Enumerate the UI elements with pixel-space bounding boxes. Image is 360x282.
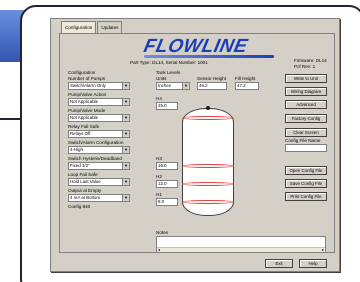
switch-hysteresis-select[interactable]: Fixed 1/2" ▼ xyxy=(68,162,130,170)
part-type-text: Part Type: DL14, Serial Number: 1001 xyxy=(130,60,208,65)
chevron-down-icon: ▼ xyxy=(122,115,129,121)
config-file-name-input[interactable] xyxy=(285,144,327,152)
h2-input[interactable]: 12.0 xyxy=(156,180,178,188)
save-config-file-button[interactable]: Save Config File xyxy=(285,179,327,188)
chevron-down-icon: ▼ xyxy=(122,83,129,89)
chevron-down-icon: ▼ xyxy=(122,131,129,137)
notes-label: Notes xyxy=(156,230,169,235)
configuration-panel: FLOWLINE Part Type: DL14, Serial Number:… xyxy=(59,33,335,253)
firmware-text: Firmware: DL14 xyxy=(294,58,327,63)
print-config-file-button[interactable]: Print Config File xyxy=(285,192,327,201)
wiring-diagram-button[interactable]: Wiring Diagram xyxy=(285,87,327,96)
sensor-icon xyxy=(206,106,210,110)
help-button[interactable]: Help xyxy=(299,259,327,268)
switch-hysteresis-label: Switch Hysteris/Deadband xyxy=(68,156,122,161)
level-ring-h4 xyxy=(182,116,234,120)
level-ring-h3 xyxy=(182,164,234,168)
chevron-down-icon: ▼ xyxy=(122,147,129,153)
h4-label: H4 xyxy=(156,96,162,101)
pump-valve-action-label: Pump/Valve Action xyxy=(68,92,107,97)
fill-height-input[interactable]: 47.2 xyxy=(235,82,259,90)
output-at-empty-select[interactable]: 4 mA at Bottom ▼ xyxy=(68,194,130,202)
h2-label: H2 xyxy=(156,174,162,179)
logo-swoosh xyxy=(144,55,274,58)
factory-config-button[interactable]: Factory Config xyxy=(285,114,327,123)
flowline-config-window: Configuration Updates FLOWLINE Part Type… xyxy=(50,18,340,272)
sensor-height-input[interactable]: 49.2 xyxy=(197,82,227,90)
chevron-down-icon: ▼ xyxy=(122,195,129,201)
config-file-name-label: Config File Name xyxy=(285,138,321,143)
notes-scrollbar[interactable]: ◂ ▸ xyxy=(157,247,325,252)
scroll-left-icon[interactable]: ◂ xyxy=(158,248,160,252)
pump-valve-action-select[interactable]: Not Applicable ▼ xyxy=(68,98,130,106)
pcb-rev-text: Pcf Rev: 1 xyxy=(294,64,316,69)
chevron-down-icon: ▼ xyxy=(122,99,129,105)
clear-screen-button[interactable]: Clear Screen xyxy=(285,128,327,137)
switch-alarm-config-select[interactable]: 4-High ▼ xyxy=(68,146,130,154)
tab-bar: Configuration Updates xyxy=(61,21,123,34)
screenshot-stage: Configuration Updates FLOWLINE Part Type… xyxy=(0,0,360,282)
h3-label: H3 xyxy=(156,156,162,161)
level-ring-h1 xyxy=(182,200,234,204)
units-label: Units xyxy=(156,76,167,81)
scroll-right-icon[interactable]: ▸ xyxy=(322,248,324,252)
h1-label: H1 xyxy=(156,192,162,197)
h4-input[interactable]: 25.0 xyxy=(156,102,178,110)
decorative-line xyxy=(0,118,22,120)
h3-input[interactable]: 16.0 xyxy=(156,162,178,170)
pump-valve-mode-select[interactable]: Not Applicable ▼ xyxy=(68,114,130,122)
output-at-empty-label: Output at Empty xyxy=(68,188,102,193)
advanced-button[interactable]: Advanced xyxy=(285,100,327,109)
notes-textarea[interactable]: ◂ ▸ xyxy=(156,236,326,253)
config-id-text: Config 840 xyxy=(68,204,91,209)
sensor-height-label: Sensor Height xyxy=(197,76,227,81)
units-select[interactable]: Inches ▼ xyxy=(156,82,190,90)
pump-valve-mode-label: Pump/Valve Mode xyxy=(68,108,106,113)
tank-levels-heading: Tank Levels xyxy=(156,70,181,75)
relay-fail-safe-select[interactable]: Relays Off ▼ xyxy=(68,130,130,138)
relay-fail-safe-label: Relay Fail Safe xyxy=(68,124,100,129)
switch-alarm-config-label: Switch/Alarm Configuration xyxy=(68,140,124,145)
loop-fail-safe-select[interactable]: Hold Last Value ▼ xyxy=(68,178,130,186)
open-config-file-button[interactable]: Open Config File xyxy=(285,166,327,175)
number-of-pumps-select[interactable]: Switch/Alarm Only ▼ xyxy=(68,82,130,90)
chevron-down-icon: ▼ xyxy=(122,163,129,169)
chevron-down-icon: ▼ xyxy=(122,179,129,185)
write-to-unit-button[interactable]: Write to Unit xyxy=(285,74,327,83)
configuration-heading: Configuration xyxy=(68,70,96,75)
chevron-down-icon: ▼ xyxy=(182,83,189,89)
number-of-pumps-label: Number of Pumps xyxy=(68,76,106,81)
fill-height-label: Fill Height xyxy=(235,76,256,81)
exit-button[interactable]: Exit xyxy=(265,259,293,268)
tab-updates[interactable]: Updates xyxy=(97,21,123,33)
h1-input[interactable]: 8.0 xyxy=(156,198,178,206)
level-ring-h2 xyxy=(182,182,234,186)
loop-fail-safe-label: Loop Fail Safe xyxy=(68,172,98,177)
